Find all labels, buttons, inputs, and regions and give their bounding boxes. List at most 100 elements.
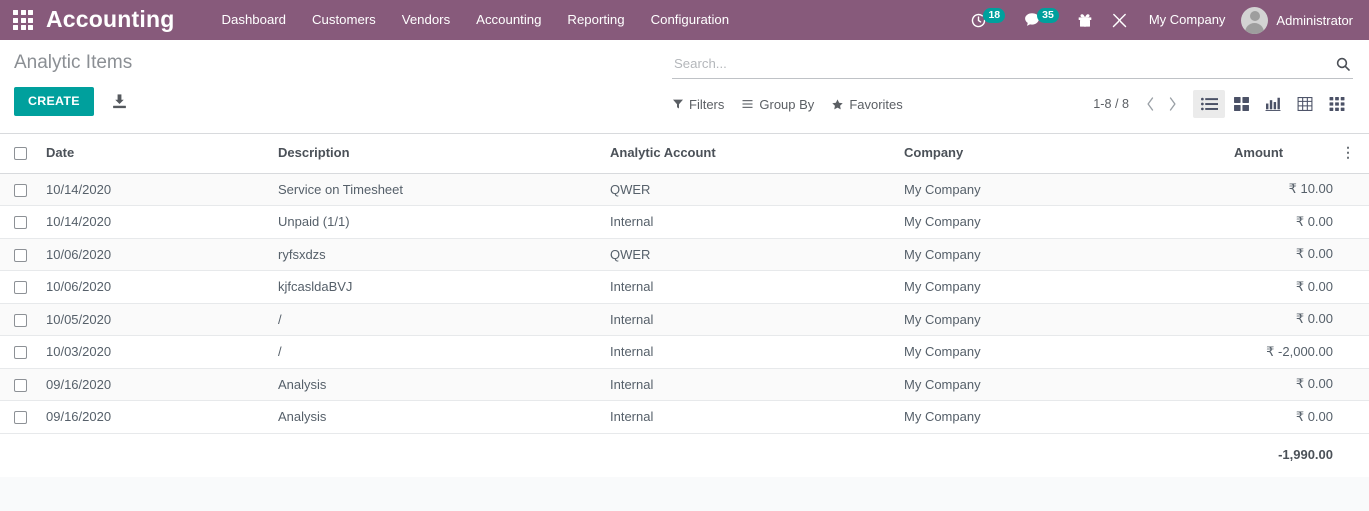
star-icon xyxy=(831,98,844,111)
cell-company: My Company xyxy=(896,271,1226,304)
cell-date: 10/06/2020 xyxy=(38,238,270,271)
cell-date: 10/06/2020 xyxy=(38,271,270,304)
row-checkbox[interactable] xyxy=(14,184,27,197)
calendar-view-icon xyxy=(1329,97,1345,111)
apps-grid-icon xyxy=(13,10,33,30)
row-checkbox[interactable] xyxy=(14,379,27,392)
kanban-view-icon xyxy=(1234,97,1249,111)
row-checkbox[interactable] xyxy=(14,411,27,424)
footer-description-cell xyxy=(270,433,602,475)
cell-description: Analysis xyxy=(270,401,602,434)
menu-item-accounting[interactable]: Accounting xyxy=(463,0,554,40)
search-icon xyxy=(1335,56,1351,72)
table-row[interactable]: 10/05/2020 / Internal My Company ₹ 0.00 xyxy=(0,303,1369,336)
row-checkbox[interactable] xyxy=(14,314,27,327)
view-button-kanban[interactable] xyxy=(1225,90,1257,118)
systray: 18 35 xyxy=(961,0,1369,40)
cell-company: My Company xyxy=(896,173,1226,206)
search-input[interactable] xyxy=(672,56,1329,71)
cell-amount: ₹ -2,000.00 xyxy=(1226,336,1341,369)
pager-previous-button[interactable] xyxy=(1139,91,1161,117)
table-row[interactable]: 10/14/2020 Unpaid (1/1) Internal My Comp… xyxy=(0,206,1369,239)
menu-item-vendors[interactable]: Vendors xyxy=(389,0,463,40)
analytic-items-table: Date Description Analytic Account Compan… xyxy=(0,134,1369,475)
view-button-calendar[interactable] xyxy=(1321,90,1353,118)
search-button[interactable] xyxy=(1329,56,1353,72)
view-button-graph[interactable] xyxy=(1257,90,1289,118)
company-switcher[interactable]: My Company xyxy=(1137,0,1238,40)
menu-item-configuration[interactable]: Configuration xyxy=(638,0,742,40)
cell-amount: ₹ 0.00 xyxy=(1226,303,1341,336)
cell-analytic-account: Internal xyxy=(602,401,896,434)
table-row[interactable]: 10/14/2020 Service on Timesheet QWER My … xyxy=(0,173,1369,206)
app-brand-title[interactable]: Accounting xyxy=(46,8,175,33)
cell-date: 10/05/2020 xyxy=(38,303,270,336)
graph-view-icon xyxy=(1265,97,1281,111)
chevron-left-icon xyxy=(1145,96,1156,112)
filters-label: Filters xyxy=(689,97,724,112)
developer-tools-button[interactable] xyxy=(1102,0,1137,40)
control-panel-buttons: CREATE xyxy=(14,87,634,116)
column-header-company[interactable]: Company xyxy=(896,134,1226,173)
menu-item-dashboard[interactable]: Dashboard xyxy=(209,0,300,40)
activities-count-badge: 18 xyxy=(983,8,1005,23)
row-checkbox[interactable] xyxy=(14,346,27,359)
table-row[interactable]: 09/16/2020 Analysis Internal My Company … xyxy=(0,368,1369,401)
user-menu-button[interactable]: Administrator xyxy=(1237,0,1359,40)
menu-item-reporting[interactable]: Reporting xyxy=(554,0,637,40)
control-panel-right: Filters Group By Favor xyxy=(672,50,1353,122)
table-body: 10/14/2020 Service on Timesheet QWER My … xyxy=(0,173,1369,433)
apps-menu-button[interactable] xyxy=(0,0,46,40)
menu-item-customers[interactable]: Customers xyxy=(299,0,389,40)
cell-options xyxy=(1341,206,1369,239)
pager-next-button[interactable] xyxy=(1161,91,1183,117)
column-header-analytic-account[interactable]: Analytic Account xyxy=(602,134,896,173)
column-header-date[interactable]: Date xyxy=(38,134,270,173)
cell-description: Service on Timesheet xyxy=(270,173,602,206)
row-select-cell xyxy=(0,368,38,401)
row-checkbox[interactable] xyxy=(14,216,27,229)
table-row[interactable]: 09/16/2020 Analysis Internal My Company … xyxy=(0,401,1369,434)
gift-menu-button[interactable] xyxy=(1068,0,1102,40)
row-select-cell xyxy=(0,238,38,271)
column-options-icon[interactable]: ⋮ xyxy=(1341,148,1355,156)
table-row[interactable]: 10/06/2020 ryfsxdzs QWER My Company ₹ 0.… xyxy=(0,238,1369,271)
group-by-dropdown[interactable]: Group By xyxy=(741,97,814,112)
wrench-tools-icon xyxy=(1111,12,1128,29)
activities-menu-button[interactable]: 18 xyxy=(961,0,1014,40)
row-select-cell xyxy=(0,401,38,434)
cell-analytic-account: Internal xyxy=(602,206,896,239)
view-button-list[interactable] xyxy=(1193,90,1225,118)
cell-analytic-account: Internal xyxy=(602,336,896,369)
breadcrumb: Analytic Items xyxy=(14,50,634,76)
footer-options-cell xyxy=(1341,433,1369,475)
user-name-label: Administrator xyxy=(1276,13,1353,28)
table-row[interactable]: 10/03/2020 / Internal My Company ₹ -2,00… xyxy=(0,336,1369,369)
cell-date: 09/16/2020 xyxy=(38,401,270,434)
user-avatar-icon xyxy=(1241,7,1268,34)
table-footer: -1,990.00 xyxy=(0,433,1369,475)
chevron-right-icon xyxy=(1167,96,1178,112)
search-options-row: Filters Group By Favor xyxy=(672,86,1353,122)
column-options-header[interactable]: ⋮ xyxy=(1341,134,1369,173)
create-button[interactable]: CREATE xyxy=(14,87,94,116)
row-select-cell xyxy=(0,173,38,206)
search-bar[interactable] xyxy=(672,50,1353,79)
cell-company: My Company xyxy=(896,368,1226,401)
row-checkbox[interactable] xyxy=(14,249,27,262)
cell-amount: ₹ 0.00 xyxy=(1226,206,1341,239)
column-header-description[interactable]: Description xyxy=(270,134,602,173)
cell-description: kjfcasldaBVJ xyxy=(270,271,602,304)
table-row[interactable]: 10/06/2020 kjfcasldaBVJ Internal My Comp… xyxy=(0,271,1369,304)
view-button-pivot[interactable] xyxy=(1289,90,1321,118)
select-all-checkbox[interactable] xyxy=(14,147,27,160)
footer-analytic-account-cell xyxy=(602,433,896,475)
column-header-amount[interactable]: Amount xyxy=(1226,134,1341,173)
row-checkbox[interactable] xyxy=(14,281,27,294)
import-records-button[interactable] xyxy=(102,87,137,116)
cell-options xyxy=(1341,238,1369,271)
favorites-dropdown[interactable]: Favorites xyxy=(831,97,902,112)
filters-dropdown[interactable]: Filters xyxy=(672,97,724,112)
messages-menu-button[interactable]: 35 xyxy=(1014,0,1068,40)
cell-description: Analysis xyxy=(270,368,602,401)
